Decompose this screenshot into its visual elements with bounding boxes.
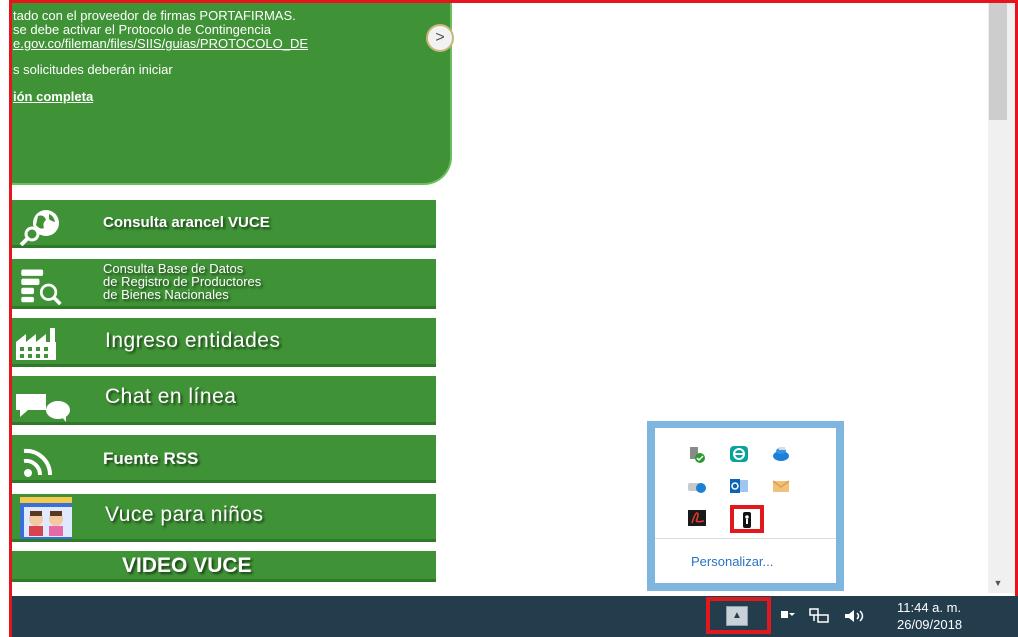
menu-video-vuce[interactable]: VIDEO VUCE (12, 551, 436, 582)
menu-label: Consulta arancel VUCE (103, 214, 270, 231)
factory-icon (16, 328, 56, 360)
world-search-icon (19, 210, 59, 246)
rss-icon (23, 448, 53, 477)
menu-consulta-arancel[interactable]: Consulta arancel VUCE (12, 200, 436, 248)
outlook-icon[interactable] (729, 477, 749, 495)
menu-label: Consulta Base de Datos de Registro de Pro… (103, 262, 261, 301)
notice-full-info-link[interactable]: ión completa (13, 90, 93, 104)
menu-label: Chat en línea (105, 385, 237, 408)
adobe-acrobat-icon[interactable] (687, 509, 707, 527)
show-hidden-icons-button[interactable]: ▲ (706, 597, 771, 634)
tray-icons-panel: Personalizar... (655, 428, 836, 583)
kids-icon (20, 497, 72, 539)
menu-vuce-para-ninos[interactable]: Vuce para niños (12, 494, 436, 542)
menu-label: Ingreso entidades (105, 329, 281, 352)
notice-panel: tado con el proveedor de firmas PORTAFIR… (12, 3, 452, 185)
volume-icon[interactable] (843, 607, 865, 625)
page-scrollbar[interactable]: ▼ (988, 3, 1015, 593)
scroll-down-arrow-icon[interactable]: ▼ (988, 575, 1008, 591)
menu-label-line-3: de Bienes Nacionales (103, 287, 229, 302)
dropbox-like-icon[interactable] (771, 445, 791, 463)
mail-icon[interactable] (771, 478, 791, 496)
notice-line-4: s solicitudes deberán iniciar (13, 62, 173, 77)
popup-separator (655, 538, 836, 539)
menu-fuente-rss[interactable]: Fuente RSS (12, 435, 436, 483)
menu-ingreso-entidades[interactable]: Ingreso entidades (12, 318, 436, 367)
chat-bubbles-icon (16, 394, 70, 422)
carousel-next-button[interactable]: > (426, 24, 454, 52)
notice-line-1: tado con el proveedor de firmas PORTAFIR… (13, 8, 296, 23)
clock-time[interactable]: 11:44 a. m. (897, 600, 997, 615)
network-icon[interactable] (808, 607, 830, 625)
notice-link-url[interactable]: e.gov.co/fileman/files/SIIS/guias/PROTOC… (13, 37, 308, 51)
taskbar (12, 596, 1018, 637)
network-drive-icon[interactable] (687, 477, 707, 495)
eset-icon[interactable] (729, 445, 749, 463)
flag-icon[interactable] (780, 609, 796, 623)
notice-line-2: se debe activar el Protocolo de Continge… (13, 22, 271, 37)
menu-label: VIDEO VUCE (122, 554, 252, 577)
menu-chat-en-linea[interactable]: Chat en línea (12, 376, 436, 425)
notification-area-overflow-popup: Personalizar... (647, 421, 844, 591)
usb-safe-remove-icon[interactable] (687, 446, 707, 464)
menu-consulta-base-datos[interactable]: Consulta Base de Datos de Registro de Pro… (12, 259, 436, 309)
chevron-up-icon: ▲ (726, 606, 748, 626)
customize-link[interactable]: Personalizar... (691, 554, 773, 569)
database-search-icon (21, 269, 62, 305)
menu-label: Vuce para niños (105, 503, 264, 526)
scrollbar-thumb[interactable] (989, 3, 1007, 120)
chevron-right-icon: > (435, 29, 445, 46)
menu-label: Fuente RSS (103, 449, 199, 468)
clock-date[interactable]: 26/09/2018 (897, 617, 997, 632)
security-token-icon[interactable] (737, 511, 757, 529)
